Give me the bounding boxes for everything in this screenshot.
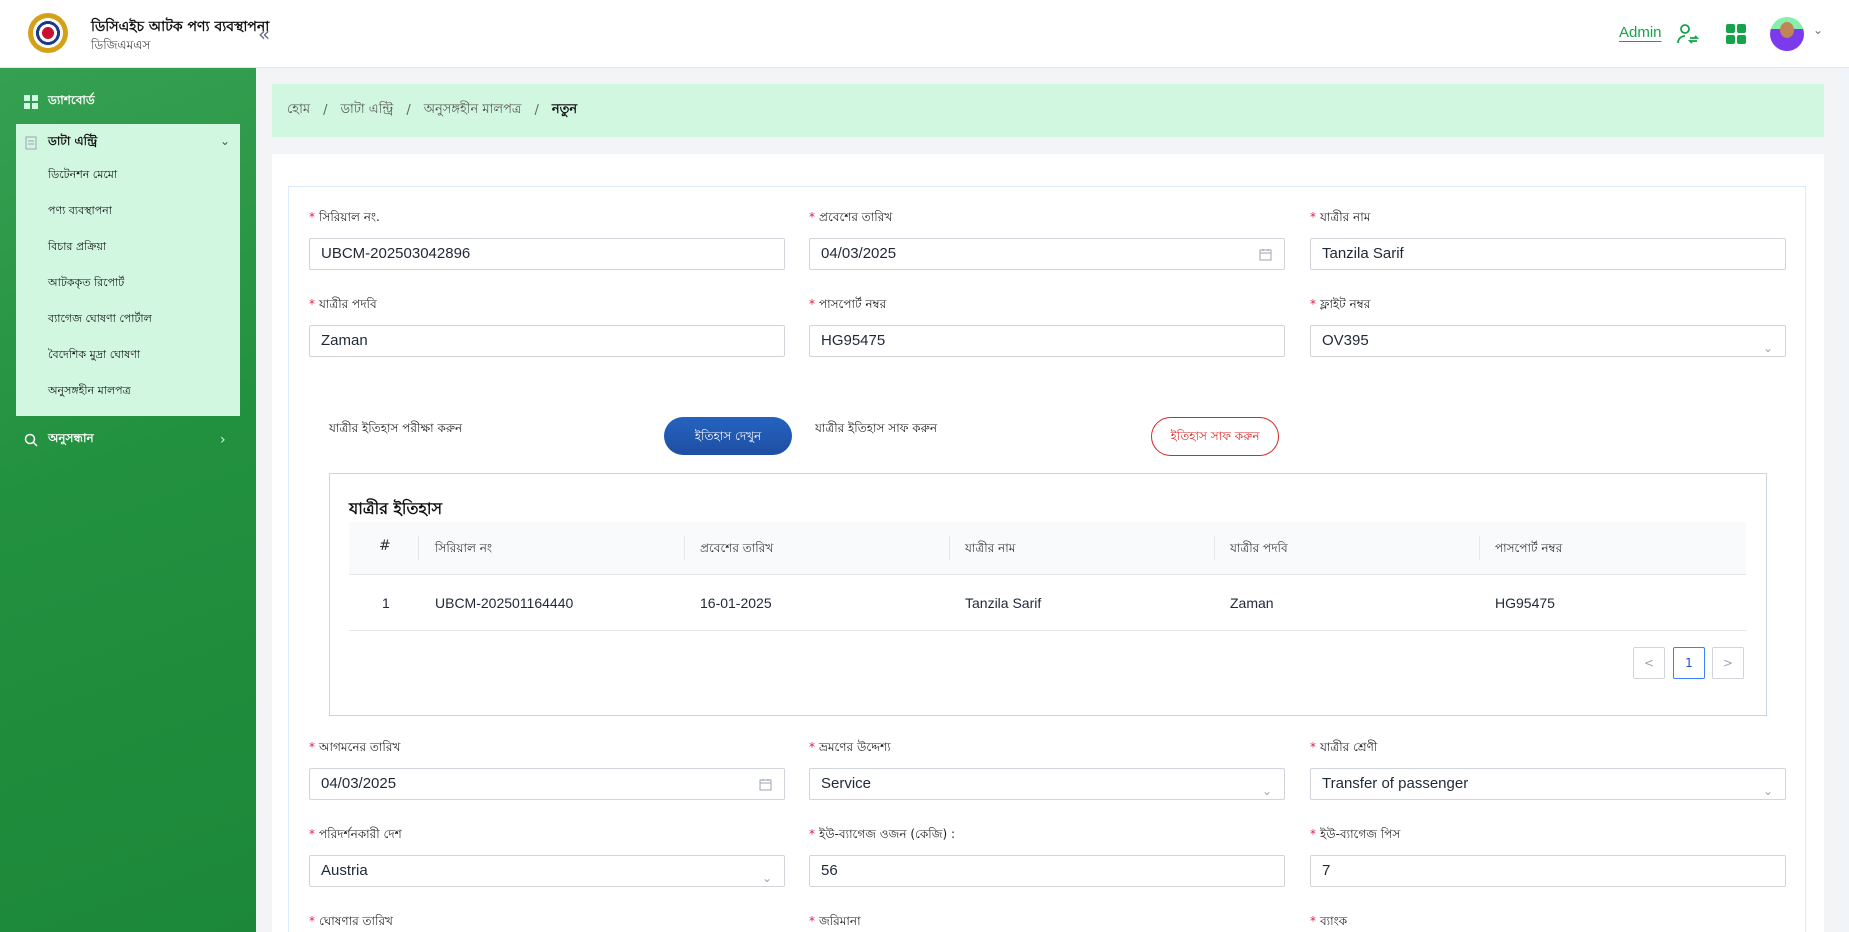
chevron-down-icon[interactable]: ⌄: [1813, 23, 1823, 37]
table-row[interactable]: 1 UBCM-202501164440 16-01-2025 Tanzila S…: [349, 576, 1746, 631]
pagination-prev-button[interactable]: <: [1633, 647, 1665, 679]
pagination-next-button[interactable]: >: [1712, 647, 1744, 679]
baggage-weight-label: * ইউ-ব্যাগেজ ওজন (কেজি) :: [809, 827, 955, 841]
declaration-date-label: * ঘোষণার তারিখ: [309, 914, 393, 928]
app-subtitle: ডিজিএমএস: [91, 38, 151, 52]
entry-date-label: * প্রবেশের তারিখ: [809, 210, 893, 224]
breadcrumb-unaccompanied[interactable]: অনুসঙ্গহীন মালপত্র: [424, 100, 522, 121]
chevron-down-icon: ⌄: [1762, 784, 1773, 798]
calendar-icon: [1259, 249, 1272, 261]
travel-purpose-select[interactable]: Service ⌄: [809, 768, 1285, 800]
column-divider: [684, 536, 685, 560]
user-switch-icon[interactable]: [1676, 22, 1700, 46]
sidebar-subitem-detention-memo[interactable]: ডিটেনশন মেমো: [48, 166, 117, 185]
travel-purpose-label: * ভ্রমণের উদ্দেশ্য: [809, 740, 891, 754]
table-cell: Tanzila Sarif: [965, 595, 1042, 611]
breadcrumb-home[interactable]: হোম: [287, 100, 310, 121]
sidebar-subitem-baggage-portal[interactable]: ব্যাগেজ ঘোষণা পোর্টাল: [48, 310, 152, 329]
column-divider: [1214, 536, 1215, 560]
avatar[interactable]: [1770, 17, 1804, 51]
table-cell: UBCM-202501164440: [435, 595, 574, 611]
flight-label: * ফ্লাইট নম্বর: [1310, 297, 1371, 311]
column-divider: [418, 536, 419, 560]
double-chevron-left-icon[interactable]: «: [258, 22, 270, 46]
passport-label: * পাসপোর্ট নম্বর: [809, 297, 887, 311]
column-header: যাত্রীর নাম: [965, 541, 1016, 555]
clear-history-text: যাত্রীর ইতিহাস সাফ করুন: [815, 421, 938, 435]
column-header: #: [379, 538, 391, 554]
dashboard-icon: [24, 95, 38, 109]
top-header: ডিসিএইচ আটক পণ্য ব্যবস্থাপনা ডিজিএমএস « …: [0, 0, 1849, 68]
document-icon: [25, 136, 37, 150]
history-table-header: # সিরিয়াল নং প্রবেশের তারিখ যাত্রীর নাম…: [349, 522, 1746, 575]
sidebar-subitem-judicial-process[interactable]: বিচার প্রক্রিয়া: [48, 238, 106, 257]
sidebar-item-label: ড্যাশবোর্ড: [48, 93, 95, 107]
sidebar-subitem-seized-report[interactable]: আটককৃত রিপোর্ট: [48, 274, 124, 293]
baggage-weight-input[interactable]: 56: [809, 855, 1285, 887]
table-cell: HG95475: [1495, 595, 1555, 611]
arrival-date-input[interactable]: 04/03/2025: [309, 768, 785, 800]
baggage-pieces-label: * ইউ-ব্যাগেজ পিস: [1310, 827, 1401, 841]
baggage-pieces-input[interactable]: 7: [1310, 855, 1786, 887]
history-title: যাত্রীর ইতিহাস: [349, 499, 443, 518]
entry-date-input[interactable]: 04/03/2025: [809, 238, 1285, 270]
pagination-page-button[interactable]: 1: [1673, 647, 1705, 679]
passenger-class-label: * যাত্রীর শ্রেণী: [1310, 740, 1378, 754]
chevron-down-icon: ⌄: [761, 871, 772, 885]
column-divider: [949, 536, 950, 560]
column-header: সিরিয়াল নং: [435, 541, 493, 555]
table-cell: 16-01-2025: [700, 595, 772, 611]
arrival-date-label: * আগমনের তারিখ: [309, 740, 401, 754]
bank-label: * ব্যাংক: [1310, 914, 1348, 928]
sidebar: ড্যাশবোর্ড ডাটা এন্ট্রি ⌄ ডিটেনশন মেমো প…: [0, 68, 256, 932]
sidebar-item-dashboard[interactable]: ড্যাশবোর্ড: [24, 92, 95, 112]
chevron-down-icon: ⌄: [1762, 341, 1773, 355]
passenger-name-input[interactable]: Tanzila Sarif: [1310, 238, 1786, 270]
passenger-class-select[interactable]: Transfer of passenger ⌄: [1310, 768, 1786, 800]
visited-country-label: * পরিদর্শনকারী দেশ: [309, 827, 402, 841]
visited-country-select[interactable]: Austria ⌄: [309, 855, 785, 887]
passenger-title-input[interactable]: Zaman: [309, 325, 785, 357]
app-logo: [28, 13, 68, 53]
fine-label: * জরিমানা: [809, 914, 861, 928]
page-scrollbar[interactable]: [1840, 68, 1849, 932]
column-header: যাত্রীর পদবি: [1230, 541, 1288, 555]
column-header: প্রবেশের তারিখ: [700, 541, 774, 555]
admin-link[interactable]: Admin: [1619, 24, 1662, 41]
sidebar-subitem-unaccompanied-baggage[interactable]: অনুসঙ্গহীন মালপত্র: [48, 382, 131, 401]
breadcrumb-separator: /: [406, 103, 411, 118]
column-divider: [1479, 536, 1480, 560]
chevron-down-icon[interactable]: ⌄: [220, 134, 230, 148]
app-title: ডিসিএইচ আটক পণ্য ব্যবস্থাপনা: [91, 19, 270, 35]
sidebar-item-label: ডাটা এন্ট্রি: [48, 134, 98, 148]
breadcrumb: হোম / ডাটা এন্ট্রি / অনুসঙ্গহীন মালপত্র …: [272, 84, 1824, 137]
passenger-name-label: * যাত্রীর নাম: [1310, 210, 1371, 224]
table-cell: 1: [382, 595, 390, 611]
sidebar-subitem-goods-management[interactable]: পণ্য ব্যবস্থাপনা: [48, 202, 112, 221]
serial-input[interactable]: UBCM-202503042896: [309, 238, 785, 270]
sidebar-item-data-entry[interactable]: ডাটা এন্ট্রি: [24, 133, 97, 153]
search-icon: [24, 433, 38, 447]
sidebar-group-data-entry: ডাটা এন্ট্রি ⌄ ডিটেনশন মেমো পণ্য ব্যবস্থ…: [16, 124, 240, 416]
passenger-title-label: * যাত্রীর পদবি: [309, 297, 377, 311]
clear-history-button[interactable]: ইতিহাস সাফ করুন: [1151, 417, 1279, 456]
column-header: পাসপোর্ট নম্বর: [1495, 541, 1563, 555]
check-history-text: যাত্রীর ইতিহাস পরীক্ষা করুন: [329, 421, 463, 435]
sidebar-item-search[interactable]: অনুসন্ধান: [24, 430, 94, 450]
breadcrumb-data-entry[interactable]: ডাটা এন্ট্রি: [340, 100, 393, 121]
breadcrumb-separator: /: [534, 103, 539, 118]
table-cell: Zaman: [1230, 595, 1274, 611]
breadcrumb-separator: /: [323, 103, 328, 118]
view-history-button[interactable]: ইতিহাস দেখুন: [664, 417, 792, 455]
sidebar-subitem-foreign-currency[interactable]: বৈদেশিক মুদ্রা ঘোষণা: [48, 346, 140, 365]
calendar-icon: [759, 779, 772, 791]
apps-grid-icon[interactable]: [1726, 24, 1746, 44]
flight-select[interactable]: OV395 ⌄: [1310, 325, 1786, 357]
sidebar-item-label: অনুসন্ধান: [48, 431, 94, 445]
chevron-down-icon: ⌄: [1261, 784, 1272, 798]
passport-input[interactable]: HG95475: [809, 325, 1285, 357]
serial-label: * সিরিয়াল নং.: [309, 210, 380, 224]
chevron-right-icon[interactable]: ›: [220, 432, 226, 448]
breadcrumb-current: নতুন: [551, 102, 578, 117]
